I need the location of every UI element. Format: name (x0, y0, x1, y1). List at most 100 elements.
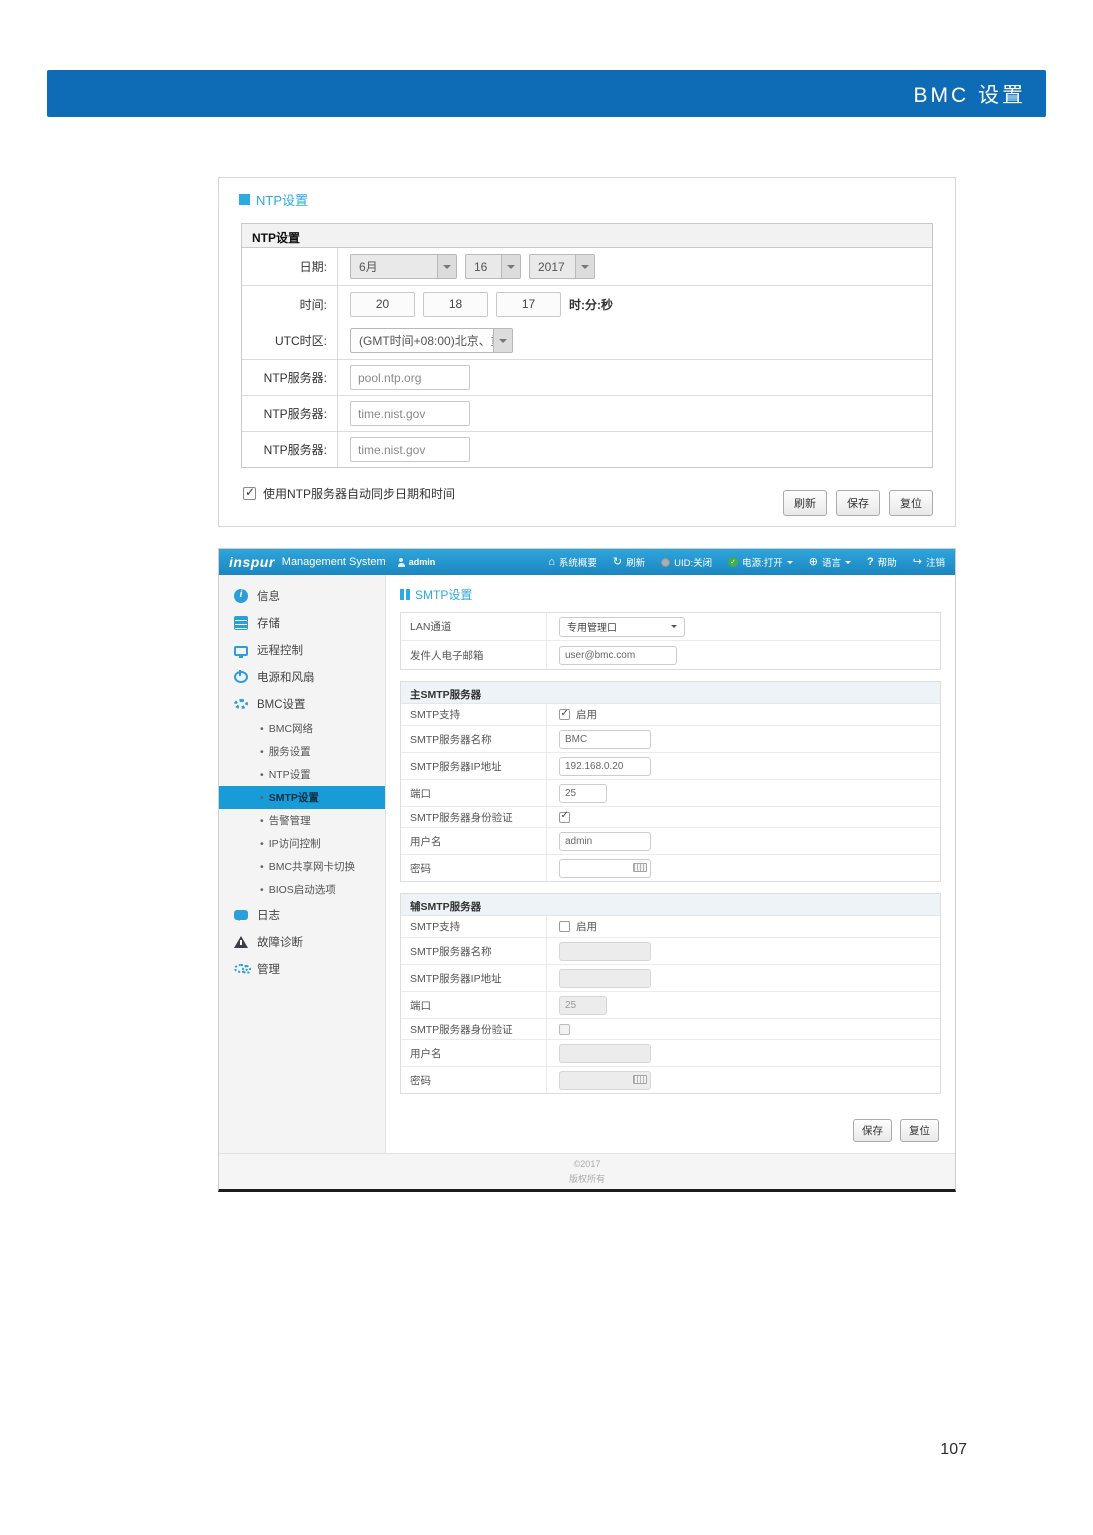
smtp-server-name-input[interactable] (559, 729, 651, 749)
virtual-keyboard-icon[interactable] (633, 863, 647, 872)
smtp-port-input[interactable] (559, 995, 607, 1015)
smtp-enable-checkbox[interactable] (559, 921, 570, 932)
ntp-server3-label: NTP服务器: (242, 432, 338, 467)
help-icon: ? (867, 555, 874, 568)
smtp-title-icon (400, 589, 410, 600)
time-label: 时间: (242, 286, 338, 322)
utc-zone-select[interactable]: (GMT时间+08:00)北京、重庆 (350, 328, 513, 353)
nav-system-overview[interactable]: ⌂ 系统概要 (548, 555, 597, 569)
smtp-server-ip-input[interactable] (559, 756, 651, 776)
sidebar-subitem-bios-boot-options[interactable]: • BIOS启动选项 (219, 878, 385, 901)
sidebar-subitem-bmc-shared-nic-switch[interactable]: • BMC共享网卡切换 (219, 855, 385, 878)
section-title: BMC 设置 (913, 83, 1026, 107)
nav-refresh[interactable]: ↻ 刷新 (613, 555, 645, 569)
bullet-icon: • (260, 722, 264, 735)
sidebar-item-remote-control[interactable]: 远程控制 (219, 636, 385, 663)
copyright-text: 版权所有 (568, 1173, 605, 1184)
sidebar-subitem-smtp-settings[interactable]: • SMTP设置 (219, 786, 385, 809)
copyright-year: ©2017 (573, 1158, 601, 1169)
smtp-auth-checkbox[interactable] (559, 810, 570, 823)
auto-sync-checkbox[interactable] (243, 485, 256, 500)
gears-icon (234, 964, 251, 974)
ntp-server-row: NTP服务器: (242, 395, 932, 431)
home-icon: ⌂ (548, 555, 555, 568)
minute-input[interactable] (423, 291, 488, 317)
smtp-port-label: 端口 (401, 992, 547, 1018)
sidebar-subitem-alert-management[interactable]: • 告警管理 (219, 809, 385, 832)
nav-logout[interactable]: ↪ 注销 (913, 555, 945, 569)
bmc-webui-screenshot: inspur Management System admin ⌂ 系统概要 ↻ … (218, 548, 956, 1192)
refresh-button[interactable]: 刷新 (783, 490, 827, 516)
sidebar-item-power-fan[interactable]: 电源和风扇 (219, 663, 385, 690)
save-button[interactable]: 保存 (836, 490, 880, 516)
sidebar-subitem-ip-access-control[interactable]: • IP访问控制 (219, 832, 385, 855)
ntp-server2-input[interactable] (350, 401, 470, 426)
bullet-icon: • (260, 814, 264, 827)
smtp-support-label: SMTP支持 (401, 704, 547, 725)
date-label: 日期: (242, 248, 338, 285)
save-button[interactable]: 保存 (853, 1119, 892, 1142)
smtp-username-label: 用户名 (401, 1040, 547, 1066)
top-navbar: inspur Management System admin ⌂ 系统概要 ↻ … (219, 549, 955, 575)
second-input[interactable] (496, 291, 561, 317)
hour-input[interactable] (350, 291, 415, 317)
smtp-username-input[interactable] (559, 1043, 651, 1063)
sidebar-item-fault-diagnosis[interactable]: 故障诊断 (219, 928, 385, 955)
lan-channel-select[interactable]: 专用管理口 (559, 616, 685, 637)
bullet-icon: • (260, 768, 264, 781)
auto-sync-label: 使用NTP服务器自动同步日期和时间 (263, 487, 456, 501)
ntp-utc-row: UTC时区: (GMT时间+08:00)北京、重庆 (242, 322, 932, 359)
nav-language[interactable]: ⊕ 语言 (808, 555, 852, 569)
smtp-page-title: SMTP设置 (400, 586, 941, 603)
ntp-server3-input[interactable] (350, 437, 470, 462)
smtp-port-input[interactable] (559, 783, 607, 803)
page-number: 107 (940, 1441, 967, 1458)
sidebar-subitem-service-settings[interactable]: • 服务设置 (219, 740, 385, 763)
sidebar-item-storage[interactable]: 存储 (219, 609, 385, 636)
lan-channel-label: LAN通道 (401, 613, 547, 640)
reset-button[interactable]: 复位 (900, 1119, 939, 1142)
ntp-server-row: NTP服务器: (242, 359, 932, 395)
power-status-icon: ✓ (728, 557, 739, 567)
chevron-down-icon (786, 560, 793, 567)
power-icon (234, 670, 248, 683)
ntp-panel-title-text: NTP设置 (256, 193, 309, 208)
sidebar-item-logs[interactable]: 日志 (219, 901, 385, 928)
year-select[interactable]: 2017 (529, 254, 595, 279)
uid-status-icon (661, 557, 671, 567)
language-globe-icon: ⊕ (808, 555, 818, 568)
day-select[interactable]: 16 (465, 254, 521, 279)
smtp-server-name-input[interactable] (559, 941, 651, 961)
smtp-auth-checkbox[interactable] (559, 1023, 570, 1035)
month-select[interactable]: 6月 (350, 254, 457, 279)
ntp-server1-input[interactable] (350, 365, 470, 390)
bullet-icon: • (260, 837, 264, 850)
ntp-server1-label: NTP服务器: (242, 360, 338, 395)
time-format-hint: 时:分:秒 (569, 297, 613, 312)
nav-power-status[interactable]: ✓ 电源:打开 (728, 555, 793, 569)
nav-help[interactable]: ? 帮助 (867, 555, 897, 569)
sender-email-input[interactable] (559, 645, 677, 665)
sidebar-subitem-bmc-network[interactable]: • BMC网络 (219, 717, 385, 740)
app-footer: ©2017 版权所有 (219, 1153, 955, 1189)
product-name: Management System (281, 556, 386, 568)
smtp-username-input[interactable] (559, 831, 651, 851)
current-user[interactable]: admin (397, 557, 435, 567)
smtp-enable-checkbox[interactable] (559, 708, 570, 720)
nav-uid-status[interactable]: UID:关闭 (661, 555, 712, 569)
sidebar-item-management[interactable]: 管理 (219, 955, 385, 982)
speech-bubble-icon (234, 910, 248, 921)
sidebar-item-info[interactable]: 信息 (219, 582, 385, 609)
ntp-time-row: 时间: 时:分:秒 (242, 285, 932, 322)
virtual-keyboard-icon[interactable] (633, 1075, 647, 1084)
smtp-server-ip-input[interactable] (559, 968, 651, 988)
primary-smtp-section-header: 主SMTP服务器 (401, 682, 940, 704)
sidebar-subitem-ntp-settings[interactable]: • NTP设置 (219, 763, 385, 786)
reset-button[interactable]: 复位 (889, 490, 933, 516)
smtp-general-table: LAN通道 专用管理口 发件人电子邮箱 (400, 612, 941, 670)
chevron-down-icon (501, 255, 520, 278)
smtp-password-label: 密码 (401, 1067, 547, 1093)
sidebar-item-bmc-settings[interactable]: BMC设置 (219, 690, 385, 717)
smtp-settings-page: SMTP设置 LAN通道 专用管理口 发件人电子邮箱 user@bmc.com … (386, 575, 955, 1153)
chevron-down-icon (845, 560, 852, 567)
